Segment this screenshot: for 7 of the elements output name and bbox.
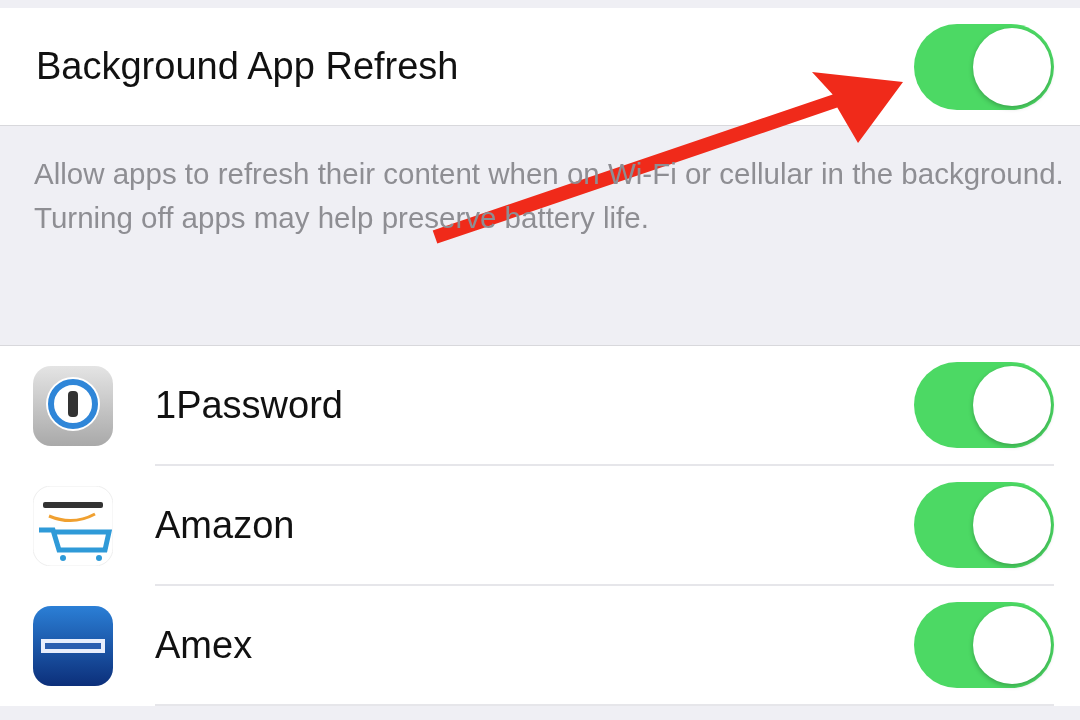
- shopping-cart-icon: [33, 486, 113, 566]
- keyhole-icon: [33, 366, 113, 446]
- card-logo-icon: [33, 606, 113, 686]
- setting-label: Background App Refresh: [36, 45, 459, 88]
- app-name: 1Password: [155, 383, 343, 427]
- app-name: Amex: [155, 623, 253, 667]
- app-name: Amazon: [155, 503, 295, 547]
